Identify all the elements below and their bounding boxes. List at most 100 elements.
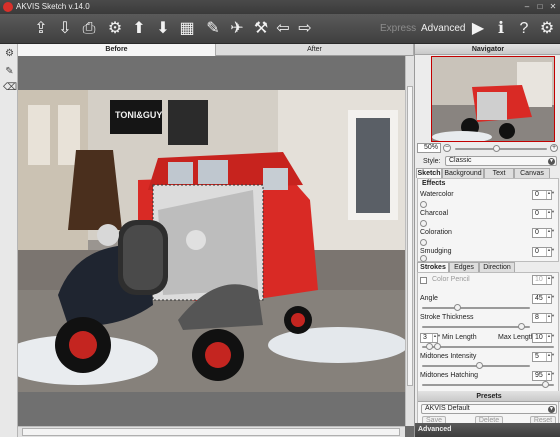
- effects-section: Effects Watercolor 0 ▲▼ Charcoal 0 ▲▼ Colo…: [417, 178, 559, 262]
- charcoal-field[interactable]: 0 ▲▼: [532, 209, 555, 219]
- advanced-footer[interactable]: Advanced: [415, 423, 560, 437]
- advanced-mode-button[interactable]: Advanced: [421, 23, 465, 34]
- tab-background[interactable]: Background: [442, 168, 484, 178]
- angle-slider-knob[interactable]: [454, 304, 461, 311]
- midtones-intensity-field[interactable]: 5 ▲▼: [532, 352, 555, 362]
- zoom-level-field[interactable]: 50%: [417, 143, 441, 153]
- spin-arrows-icon[interactable]: ▲▼: [546, 372, 555, 380]
- midtones-hatching-slider[interactable]: [422, 384, 554, 386]
- style-select-value: Classic: [449, 157, 472, 164]
- stroke-thickness-value: 8: [535, 314, 539, 321]
- midtones-hatching-knob[interactable]: [542, 381, 549, 388]
- undo-icon[interactable]: ⇦: [272, 18, 294, 40]
- spin-arrows-icon[interactable]: ▲▼: [546, 276, 555, 284]
- eraser-tool-icon[interactable]: ⌫: [3, 81, 17, 94]
- max-length-field[interactable]: 10 ▲▼: [532, 333, 555, 343]
- tab-canvas[interactable]: Canvas: [514, 168, 550, 178]
- coloration-slider-knob[interactable]: [420, 239, 427, 246]
- stroke-thickness-field[interactable]: 8 ▲▼: [532, 313, 555, 323]
- spin-arrows-icon[interactable]: ▲▼: [546, 314, 555, 322]
- close-icon[interactable]: ✕: [546, 2, 560, 12]
- midtones-intensity-label: Midtones Intensity: [420, 353, 477, 360]
- vertical-scroll-thumb[interactable]: [407, 86, 413, 386]
- color-pencil-field[interactable]: 10 ▲▼: [532, 275, 555, 285]
- charcoal-slider-knob[interactable]: [420, 220, 427, 227]
- export-settings-icon[interactable]: ⬇: [152, 18, 174, 40]
- midtones-hatching-field[interactable]: 95 ▲▼: [532, 371, 555, 381]
- length-range-slider[interactable]: [422, 346, 554, 348]
- spin-arrows-icon[interactable]: ▲▼: [546, 191, 555, 199]
- max-length-knob[interactable]: [434, 343, 441, 350]
- zoom-slider-knob[interactable]: [493, 145, 500, 152]
- presets-select[interactable]: AKVIS Default ▼: [421, 404, 557, 414]
- pencil-tool-icon[interactable]: ✎: [3, 65, 16, 78]
- image-canvas[interactable]: TONI&GUY: [18, 56, 414, 426]
- angle-slider[interactable]: [422, 307, 530, 309]
- tab-direction[interactable]: Direction: [479, 262, 515, 272]
- tab-text[interactable]: Text: [484, 168, 514, 178]
- color-pencil-checkbox[interactable]: [420, 277, 427, 284]
- spin-arrows-icon[interactable]: ▲▼: [546, 334, 555, 342]
- help-icon[interactable]: ?: [513, 18, 535, 40]
- batch-settings-icon[interactable]: ⚙: [104, 18, 126, 40]
- spin-arrows-icon[interactable]: ▲▼: [546, 248, 555, 256]
- horizontal-scrollbar[interactable]: [18, 426, 405, 437]
- stroke-thickness-slider[interactable]: [422, 326, 530, 328]
- minimize-icon[interactable]: –: [520, 2, 534, 12]
- spin-arrows-icon[interactable]: ▲▼: [546, 295, 555, 303]
- navigator-preview[interactable]: [431, 56, 555, 142]
- smudging-field[interactable]: 0 ▲▼: [532, 247, 555, 257]
- watercolor-field[interactable]: 0 ▲▼: [532, 190, 555, 200]
- print-icon[interactable]: ⎙: [78, 18, 100, 40]
- save-file-icon[interactable]: ⇩: [54, 18, 76, 40]
- coloration-field[interactable]: 0 ▲▼: [532, 228, 555, 238]
- maximize-icon[interactable]: □: [533, 2, 547, 12]
- redo-icon[interactable]: ⇨: [294, 18, 316, 40]
- min-length-knob[interactable]: [426, 343, 433, 350]
- share-icon[interactable]: ✈: [226, 18, 248, 40]
- info-icon[interactable]: ℹ: [490, 18, 512, 40]
- midtones-hatching-label: Midtones Hatching: [420, 372, 478, 379]
- spin-arrows-icon[interactable]: ▲▼: [546, 353, 555, 361]
- midtones-intensity-knob[interactable]: [476, 362, 483, 369]
- tab-after[interactable]: After: [216, 44, 414, 56]
- canvas-icon[interactable]: ▦: [176, 18, 198, 40]
- eraser-icon[interactable]: ✎: [202, 18, 224, 40]
- coloration-value: 0: [535, 229, 539, 236]
- spin-arrows-icon[interactable]: ▲▼: [546, 229, 555, 237]
- zoom-out-icon[interactable]: −: [443, 144, 451, 152]
- watercolor-slider-knob[interactable]: [420, 201, 427, 208]
- svg-text:TONI&GUY: TONI&GUY: [115, 110, 162, 120]
- spin-arrows-icon[interactable]: ▲▼: [546, 210, 555, 218]
- coloration-label: Coloration: [420, 229, 452, 236]
- spin-arrows-icon[interactable]: ▲▼: [432, 334, 441, 342]
- horizontal-scroll-thumb[interactable]: [22, 428, 400, 436]
- title-bar: AKVIS Sketch v.14.0 – □ ✕: [0, 0, 560, 14]
- smudging-value: 0: [535, 248, 539, 255]
- main-toolbar: ⇪ ⇩ ⎙ ⚙ ⬆ ⬇ ▦ ✎ ✈ ⚒ ⇦ ⇨ Express Advanced…: [0, 14, 560, 44]
- fragment-tool-icon[interactable]: ⚙: [3, 47, 16, 60]
- tab-before[interactable]: Before: [18, 44, 216, 56]
- min-length-field[interactable]: 3 ▲▼: [420, 333, 441, 343]
- tab-sketch[interactable]: Sketch: [416, 168, 442, 178]
- style-select[interactable]: Classic ▼: [445, 156, 557, 166]
- angle-field[interactable]: 45 ▲▼: [532, 294, 555, 304]
- angle-label: Angle: [420, 295, 438, 302]
- tab-edges[interactable]: Edges: [449, 262, 479, 272]
- smudging-slider-knob[interactable]: [420, 255, 427, 262]
- run-icon[interactable]: ▶: [467, 18, 489, 40]
- vertical-scrollbar[interactable]: [405, 56, 414, 426]
- zoom-in-icon[interactable]: +: [550, 144, 558, 152]
- preferences-icon[interactable]: ⚙: [536, 18, 558, 40]
- strokes-section: Color Pencil 10 ▲▼ Angle 45 ▲▼ Stroke Thic…: [417, 272, 560, 428]
- tools-icon[interactable]: ⚒: [250, 18, 272, 40]
- import-settings-icon[interactable]: ⬆: [128, 18, 150, 40]
- tab-strokes[interactable]: Strokes: [417, 262, 449, 272]
- source-photo: TONI&GUY: [18, 90, 405, 392]
- zoom-slider[interactable]: [455, 148, 547, 150]
- express-mode-button[interactable]: Express: [380, 23, 416, 34]
- navigator-thumbnail: [432, 57, 554, 141]
- open-file-icon[interactable]: ⇪: [30, 18, 52, 40]
- watercolor-label: Watercolor: [420, 191, 454, 198]
- stroke-thickness-slider-knob[interactable]: [518, 323, 525, 330]
